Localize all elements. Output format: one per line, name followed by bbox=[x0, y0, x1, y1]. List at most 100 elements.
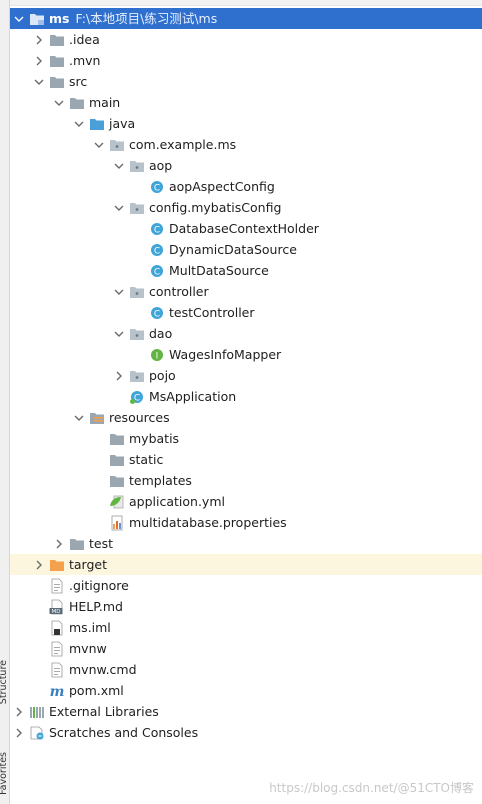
tree-row-help-md[interactable]: MD HELP.md bbox=[10, 596, 482, 617]
chevron-down-icon[interactable] bbox=[33, 76, 44, 87]
tree-row-config-mybatisconfig[interactable]: config.mybatisConfig bbox=[10, 197, 482, 218]
package-icon bbox=[129, 200, 145, 216]
maven-icon: m bbox=[49, 683, 65, 699]
tree-row-msapplication[interactable]: C MsApplication bbox=[10, 386, 482, 407]
tree-row-pojo[interactable]: pojo bbox=[10, 365, 482, 386]
tree-row-idea[interactable]: .idea bbox=[10, 29, 482, 50]
tree-row-ms[interactable]: ms F:\本地项目\练习测试\ms bbox=[10, 8, 482, 29]
spring-yml-icon bbox=[109, 494, 125, 510]
package-icon bbox=[129, 368, 145, 384]
tree-label: templates bbox=[129, 473, 192, 488]
chevron-right-icon[interactable] bbox=[33, 34, 44, 45]
chevron-down-icon[interactable] bbox=[113, 160, 124, 171]
tree-label: mybatis bbox=[129, 431, 180, 446]
svg-text:m: m bbox=[50, 684, 65, 699]
resources-folder-icon bbox=[89, 410, 105, 426]
svg-text:I: I bbox=[156, 351, 159, 361]
tree-label: src bbox=[69, 74, 88, 89]
tree-row-wagesinfomapper[interactable]: I WagesInfoMapper bbox=[10, 344, 482, 365]
tree-row-mvnw[interactable]: mvnw bbox=[10, 638, 482, 659]
tree-label: dao bbox=[149, 326, 173, 341]
class-icon: C bbox=[149, 242, 165, 258]
tree-row-mvnw-cmd[interactable]: mvnw.cmd bbox=[10, 659, 482, 680]
tree-row-external-libraries[interactable]: External Libraries bbox=[10, 701, 482, 722]
package-icon bbox=[129, 326, 145, 342]
tree-row-src[interactable]: src bbox=[10, 71, 482, 92]
tree-row-resources[interactable]: resources bbox=[10, 407, 482, 428]
tree-row-aop[interactable]: aop bbox=[10, 155, 482, 176]
tree-row-mvn[interactable]: .mvn bbox=[10, 50, 482, 71]
tree-row-controller[interactable]: controller bbox=[10, 281, 482, 302]
tree-row-pom-xml[interactable]: m pom.xml bbox=[10, 680, 482, 701]
chevron-down-icon[interactable] bbox=[53, 97, 64, 108]
tree-row-templates[interactable]: templates bbox=[10, 470, 482, 491]
tree-row-static[interactable]: static bbox=[10, 449, 482, 470]
tree-row-java[interactable]: java bbox=[10, 113, 482, 134]
tree-row-com-example-ms[interactable]: com.example.ms bbox=[10, 134, 482, 155]
chevron-down-icon[interactable] bbox=[113, 202, 124, 213]
tree-row-dynamicdatasource[interactable]: C DynamicDataSource bbox=[10, 239, 482, 260]
tree-label: External Libraries bbox=[49, 704, 159, 719]
module-path: F:\本地项目\练习测试\ms bbox=[75, 11, 218, 26]
tree-row-gitignore[interactable]: .gitignore bbox=[10, 575, 482, 596]
tree-label: com.example.ms bbox=[129, 137, 237, 152]
chevron-down-icon[interactable] bbox=[73, 118, 84, 129]
folder-icon bbox=[49, 53, 65, 69]
tree-label: testController bbox=[169, 305, 255, 320]
tree-row-test[interactable]: test bbox=[10, 533, 482, 554]
tree-row-dao[interactable]: dao bbox=[10, 323, 482, 344]
tree-row-target[interactable]: target bbox=[10, 554, 482, 575]
chevron-right-icon[interactable] bbox=[33, 559, 44, 570]
tree-row-main[interactable]: main bbox=[10, 92, 482, 113]
class-icon: C bbox=[149, 263, 165, 279]
spring-boot-class-icon: C bbox=[129, 389, 145, 405]
folder-icon bbox=[109, 452, 125, 468]
markdown-file-icon: MD bbox=[49, 599, 65, 615]
tree-label: HELP.md bbox=[69, 599, 123, 614]
tree-label: .mvn bbox=[69, 53, 101, 68]
svg-text:C: C bbox=[154, 225, 160, 235]
libraries-icon bbox=[29, 704, 45, 720]
tree-label: DynamicDataSource bbox=[169, 242, 297, 257]
chevron-right-icon[interactable] bbox=[13, 727, 24, 738]
tree-label: main bbox=[89, 95, 121, 110]
tree-row-testcontroller[interactable]: C testController bbox=[10, 302, 482, 323]
tree-row-multidatabase-properties[interactable]: multidatabase.properties bbox=[10, 512, 482, 533]
folder-icon bbox=[109, 473, 125, 489]
folder-icon bbox=[69, 95, 85, 111]
tree-row-application-yml[interactable]: application.yml bbox=[10, 491, 482, 512]
tree-row-scratches[interactable]: Scratches and Consoles bbox=[10, 722, 482, 743]
tree-row-aopaspectconfig[interactable]: C aopAspectConfig bbox=[10, 176, 482, 197]
chevron-down-icon[interactable] bbox=[113, 286, 124, 297]
chevron-right-icon[interactable] bbox=[113, 370, 124, 381]
chevron-right-icon[interactable] bbox=[13, 706, 24, 717]
chevron-down-icon[interactable] bbox=[13, 13, 24, 24]
tree-row-multdatasource[interactable]: C MultDataSource bbox=[10, 260, 482, 281]
favorites-tab[interactable]: Favorites bbox=[0, 752, 9, 795]
tree-row-mybatis[interactable]: mybatis bbox=[10, 428, 482, 449]
class-icon: C bbox=[149, 305, 165, 321]
text-file-icon bbox=[49, 578, 65, 594]
tree-label: target bbox=[69, 557, 108, 572]
tree-label: pom.xml bbox=[69, 683, 124, 698]
tree-row-ms-iml[interactable]: ms.iml bbox=[10, 617, 482, 638]
chevron-down-icon[interactable] bbox=[93, 139, 104, 150]
package-icon bbox=[129, 284, 145, 300]
svg-text:C: C bbox=[154, 183, 160, 193]
tree-label: application.yml bbox=[129, 494, 225, 509]
chevron-right-icon[interactable] bbox=[33, 55, 44, 66]
module-folder-icon bbox=[29, 11, 45, 27]
chevron-right-icon[interactable] bbox=[53, 538, 64, 549]
tree-label: test bbox=[89, 536, 114, 551]
scratches-icon bbox=[29, 725, 45, 741]
tree-label: .idea bbox=[69, 32, 100, 47]
tree-row-databasecontextholder[interactable]: C DatabaseContextHolder bbox=[10, 218, 482, 239]
svg-text:C: C bbox=[154, 267, 160, 277]
chevron-down-icon[interactable] bbox=[73, 412, 84, 423]
tree-label: MultDataSource bbox=[169, 263, 269, 278]
chevron-down-icon[interactable] bbox=[113, 328, 124, 339]
structure-tab[interactable]: Structure bbox=[0, 660, 9, 704]
tree-label: mvnw bbox=[69, 641, 107, 656]
text-file-icon bbox=[49, 662, 65, 678]
folder-icon bbox=[49, 74, 65, 90]
